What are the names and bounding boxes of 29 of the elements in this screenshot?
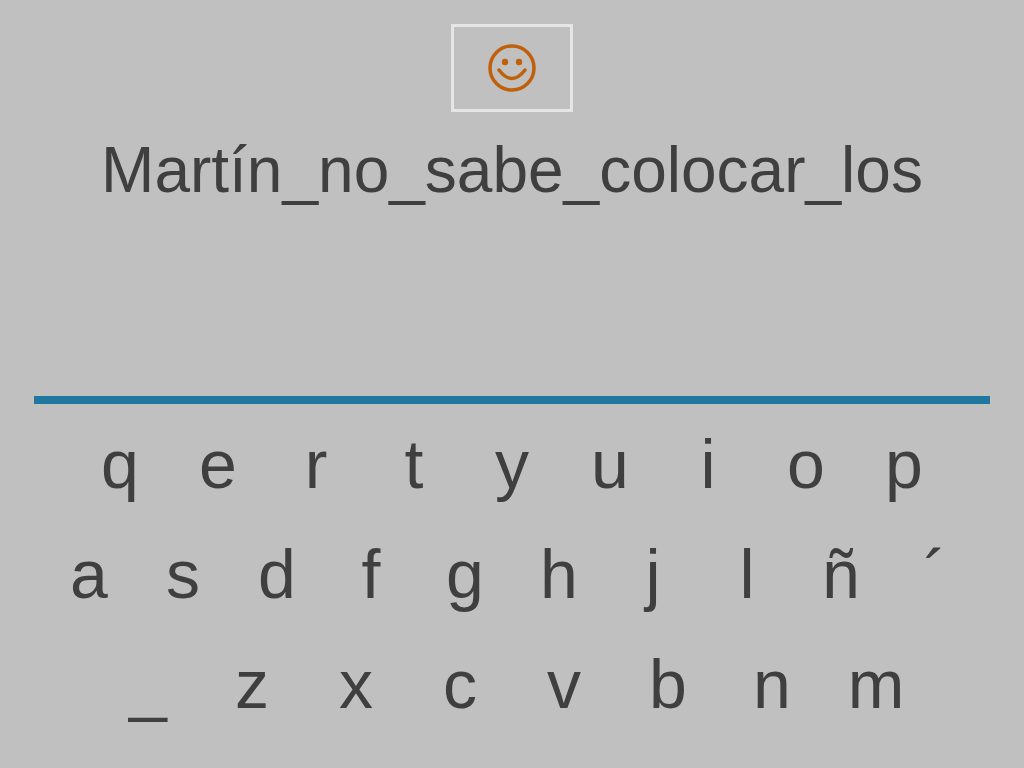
letter-key[interactable]: h	[512, 534, 606, 614]
letter-key[interactable]: v	[512, 644, 616, 724]
letter-key[interactable]: d	[230, 534, 324, 614]
letter-key[interactable]: x	[304, 644, 408, 724]
letter-key[interactable]: i	[659, 424, 757, 504]
letter-key[interactable]: u	[561, 424, 659, 504]
letter-key[interactable]: m	[824, 644, 928, 724]
letter-key[interactable]: e	[169, 424, 267, 504]
letter-key[interactable]: p	[855, 424, 953, 504]
letter-key[interactable]: z	[200, 644, 304, 724]
letter-key[interactable]: o	[757, 424, 855, 504]
letter-key[interactable]: ñ	[794, 534, 888, 614]
letter-key[interactable]: b	[616, 644, 720, 724]
letter-key[interactable]: l	[700, 534, 794, 614]
letter-key[interactable]: r	[267, 424, 365, 504]
smiley-icon	[487, 43, 537, 93]
letter-key[interactable]: _	[96, 644, 200, 724]
letter-key[interactable]: s	[136, 534, 230, 614]
letter-key[interactable]: t	[365, 424, 463, 504]
sentence-text: Martín_no_sabe_colocar_los	[101, 133, 923, 208]
letter-key[interactable]: j	[606, 534, 700, 614]
letter-key[interactable]: y	[463, 424, 561, 504]
letter-key[interactable]: ´	[888, 534, 982, 614]
letter-key[interactable]: n	[720, 644, 824, 724]
letter-key[interactable]: g	[418, 534, 512, 614]
letter-key[interactable]: c	[408, 644, 512, 724]
letter-key[interactable]: q	[71, 424, 169, 504]
letter-key[interactable]: a	[42, 534, 136, 614]
letter-key[interactable]: f	[324, 534, 418, 614]
